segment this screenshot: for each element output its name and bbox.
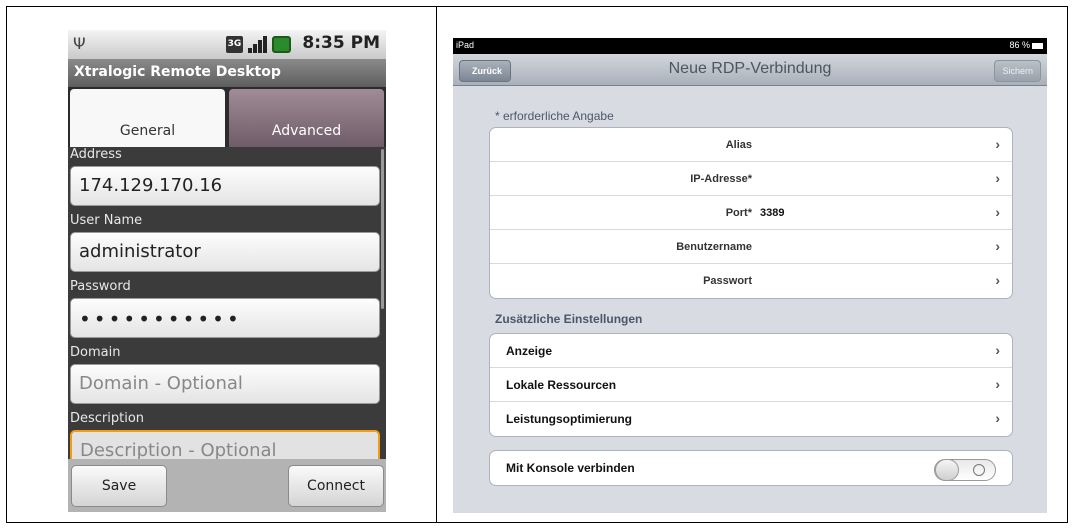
ip-address-row[interactable]: IP-Adresse* › bbox=[490, 162, 1012, 196]
network-3g-icon: 3G bbox=[226, 36, 243, 53]
android-status-bar: Ψ 3G 8:35 PM bbox=[68, 30, 386, 59]
chevron-right-icon: › bbox=[995, 272, 1000, 288]
performance-row[interactable]: Leistungsoptimierung › bbox=[490, 402, 1012, 436]
chevron-right-icon: › bbox=[995, 376, 1000, 392]
address-label: Address bbox=[70, 147, 122, 162]
password-field[interactable]: ••••••••••• bbox=[70, 298, 380, 338]
performance-label: Leistungsoptimierung bbox=[506, 412, 632, 426]
user-name-field[interactable]: administrator bbox=[70, 232, 380, 272]
console-group: Mit Konsole verbinden bbox=[489, 450, 1013, 486]
password-label: Password bbox=[70, 279, 131, 294]
connection-form: Address 174.129.170.16 User Name adminis… bbox=[68, 147, 386, 459]
chevron-right-icon: › bbox=[995, 410, 1000, 426]
battery-icon bbox=[272, 36, 291, 53]
save-button[interactable]: Sichern bbox=[994, 60, 1041, 82]
ip-address-label: IP-Adresse* bbox=[690, 173, 752, 185]
battery-percent: 86 % bbox=[1009, 40, 1030, 50]
toggle-knob[interactable] bbox=[935, 459, 959, 481]
domain-field[interactable]: Domain - Optional bbox=[70, 364, 380, 404]
nav-title: Neue RDP-Verbindung bbox=[668, 60, 832, 77]
console-row: Mit Konsole verbinden bbox=[490, 451, 1012, 485]
console-label: Mit Konsole verbinden bbox=[506, 461, 635, 475]
device-name: iPad bbox=[456, 40, 475, 50]
app-title: Xtralogic Remote Desktop bbox=[74, 64, 281, 80]
toggle-off-icon bbox=[973, 464, 985, 476]
console-toggle[interactable] bbox=[934, 459, 996, 481]
tab-advanced[interactable]: Advanced bbox=[229, 89, 384, 147]
description-label: Description bbox=[70, 411, 145, 426]
required-section-header: * erforderliche Angabe bbox=[495, 109, 614, 123]
display-label: Anzeige bbox=[506, 344, 553, 358]
ipad-screen: iPad 86 % Zurück Neue RDP-Verbindung Sic… bbox=[453, 38, 1047, 513]
password-row[interactable]: Passwort › bbox=[490, 264, 1012, 298]
usb-icon: Ψ bbox=[73, 34, 86, 53]
username-label: Benutzername bbox=[676, 241, 752, 253]
username-row[interactable]: Benutzername › bbox=[490, 230, 1012, 264]
battery-icon bbox=[1032, 42, 1043, 49]
app-title-bar: Xtralogic Remote Desktop bbox=[68, 59, 386, 87]
bottom-button-bar: Save Connect bbox=[68, 459, 386, 512]
address-field[interactable]: 174.129.170.16 bbox=[70, 166, 380, 206]
tab-general[interactable]: General bbox=[70, 89, 225, 147]
port-row[interactable]: Port* 3389 › bbox=[490, 196, 1012, 230]
port-value: 3389 bbox=[760, 207, 785, 219]
extra-section-header: Zusätzliche Einstellungen bbox=[495, 312, 643, 326]
password-label: Passwort bbox=[703, 275, 752, 287]
chevron-right-icon: › bbox=[995, 170, 1000, 186]
tab-bar: General Advanced bbox=[68, 87, 386, 147]
display-row[interactable]: Anzeige › bbox=[490, 334, 1012, 368]
signal-icon bbox=[248, 36, 268, 53]
navigation-bar: Zurück Neue RDP-Verbindung Sichern bbox=[453, 54, 1047, 86]
chevron-right-icon: › bbox=[995, 204, 1000, 220]
chevron-right-icon: › bbox=[995, 136, 1000, 152]
android-screen: Ψ 3G 8:35 PM Xtralogic Remote Desktop Ge… bbox=[68, 30, 386, 512]
alias-row[interactable]: Alias › bbox=[490, 128, 1012, 162]
extra-settings-group: Anzeige › Lokale Ressourcen › Leistungso… bbox=[489, 333, 1013, 437]
save-button[interactable]: Save bbox=[71, 465, 167, 507]
local-resources-row[interactable]: Lokale Ressourcen › bbox=[490, 368, 1012, 402]
domain-label: Domain bbox=[70, 345, 121, 360]
chevron-right-icon: › bbox=[995, 342, 1000, 358]
battery-indicator: 86 % bbox=[1009, 40, 1043, 50]
description-field[interactable]: Description - Optional bbox=[70, 430, 380, 459]
required-settings-group: Alias › IP-Adresse* › Port* 3389 › Benut… bbox=[489, 127, 1013, 299]
port-label: Port* bbox=[725, 207, 752, 219]
chevron-right-icon: › bbox=[995, 238, 1000, 254]
ipad-status-bar: iPad 86 % bbox=[453, 38, 1047, 54]
form-scrollbar[interactable] bbox=[381, 149, 384, 309]
connect-button[interactable]: Connect bbox=[288, 465, 384, 507]
local-resources-label: Lokale Ressourcen bbox=[506, 378, 617, 392]
status-time: 8:35 PM bbox=[302, 33, 380, 53]
alias-label: Alias bbox=[725, 139, 752, 151]
table-divider bbox=[436, 6, 437, 523]
user-name-label: User Name bbox=[70, 213, 143, 228]
